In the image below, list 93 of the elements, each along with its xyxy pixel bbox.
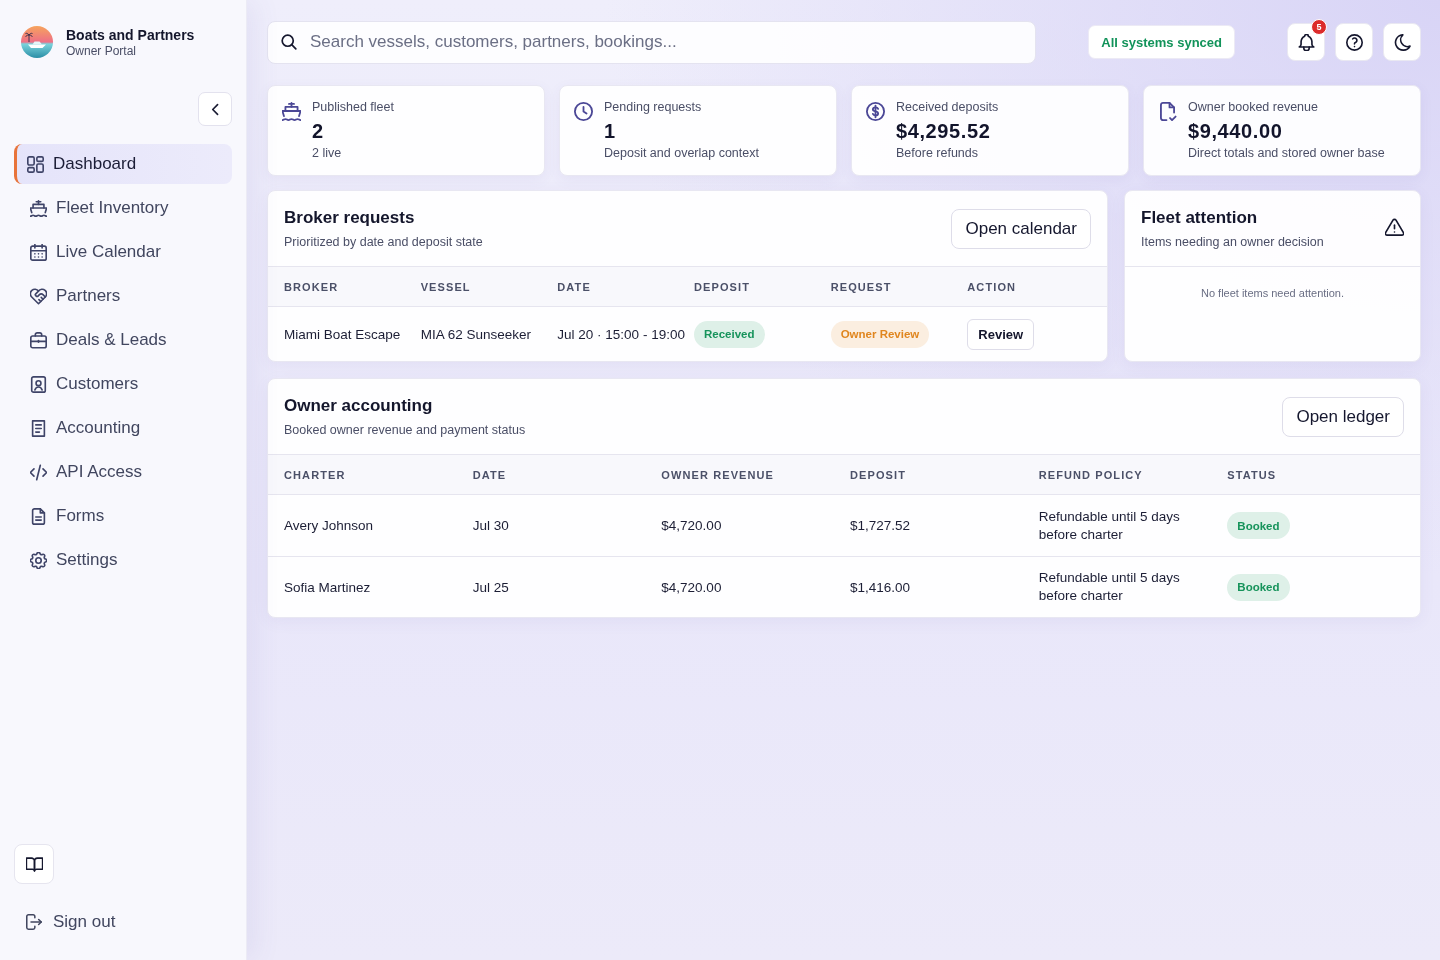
nav-item[interactable]: Accounting xyxy=(14,408,232,448)
warning-icon xyxy=(1385,218,1404,237)
stat-value: $9,440.00 xyxy=(1188,119,1284,144)
column-header: CHARTER xyxy=(284,468,347,481)
column-header: DATE xyxy=(557,280,592,293)
column-header: STATUS xyxy=(1227,468,1278,481)
sign-out-button[interactable]: Sign out xyxy=(14,904,116,940)
panel-subtitle: Booked owner revenue and payment status xyxy=(284,422,526,438)
notification-count: 5 xyxy=(1311,19,1327,35)
nav-item[interactable]: Live Calendar xyxy=(14,232,232,272)
table-cell: Avery Johnson xyxy=(284,518,374,533)
panel-title: Broker requests xyxy=(284,207,416,229)
collapse-sidebar-button[interactable] xyxy=(198,92,232,126)
ship-icon xyxy=(282,102,301,121)
table-cell: Jul 20 · 15:00 - 19:00 xyxy=(557,326,685,342)
table-cell: Jul 30 xyxy=(472,518,509,533)
table-cell: MIA 62 Sunseeker xyxy=(420,326,531,342)
stat-note: Deposit and overlap context xyxy=(604,145,759,161)
nav-item[interactable]: Partners xyxy=(14,276,232,316)
file-icon xyxy=(30,507,47,525)
table-cell: $1,416.00 xyxy=(850,579,911,595)
clock-icon xyxy=(574,102,593,121)
stat-note: Before refunds xyxy=(896,145,979,161)
column-header: VESSEL xyxy=(420,280,472,293)
sunset-boat-logo-icon xyxy=(21,26,53,58)
column-header: ACTION xyxy=(967,280,1018,293)
column-header: DEPOSIT xyxy=(694,280,751,293)
sync-status: All systems synced xyxy=(1088,25,1235,59)
table-cell-text: Refundable until 5 days before charter xyxy=(1038,507,1181,544)
theme-toggle-button[interactable] xyxy=(1383,23,1421,61)
grid-icon xyxy=(27,155,44,173)
nav-item[interactable]: Dashboard xyxy=(14,144,232,184)
calendar-icon xyxy=(30,243,47,261)
column-header: DEPOSIT xyxy=(850,468,907,481)
brand-subtitle: Owner Portal xyxy=(66,43,138,58)
review-button[interactable]: Review xyxy=(967,318,1035,350)
stat-label: Pending requests xyxy=(604,99,703,115)
stat-value: 2 xyxy=(312,119,325,144)
table-cell: Jul 25 xyxy=(472,579,509,595)
document-icon xyxy=(30,419,47,437)
panel-title: Owner accounting xyxy=(284,395,434,417)
nav-item[interactable]: API Access xyxy=(14,452,232,492)
dollar-icon xyxy=(866,102,885,121)
moon-icon xyxy=(1393,33,1411,51)
nav-item[interactable]: Settings xyxy=(14,540,232,580)
stat-value: 1 xyxy=(604,119,617,144)
briefcase-icon xyxy=(30,331,47,349)
nav-item[interactable]: Deals & Leads xyxy=(14,320,232,360)
stat-note: Direct totals and stored owner base xyxy=(1188,145,1385,161)
table-cell: Miami Boat Escape xyxy=(284,326,401,342)
sign-out-icon xyxy=(26,914,42,930)
table-cell: $4,720.00 xyxy=(661,579,722,595)
column-header: OWNER REVENUE xyxy=(661,468,776,481)
booking-status-badge: Booked xyxy=(1227,512,1290,539)
bell-icon xyxy=(1297,33,1315,51)
settings-icon xyxy=(30,551,47,569)
booking-status-badge: Booked xyxy=(1227,573,1290,601)
panel-subtitle: Prioritized by date and deposit state xyxy=(284,234,483,250)
table-cell: $1,727.52 xyxy=(850,518,911,533)
stat-label: Owner booked revenue xyxy=(1188,99,1319,115)
panel-title: Fleet attention xyxy=(1141,207,1259,229)
table-cell: Sofia Martinez xyxy=(284,579,371,595)
ship-icon xyxy=(30,199,47,217)
nav-item[interactable]: Fleet Inventory xyxy=(14,188,232,228)
search-field[interactable]: Search vessels, customers, partners, bookings... xyxy=(267,20,1037,64)
file-check-icon xyxy=(1158,102,1177,121)
empty-state-message: No fleet items need attention. xyxy=(1200,287,1345,299)
help-button[interactable] xyxy=(1335,23,1373,61)
column-header: DATE xyxy=(472,468,508,481)
deposit-status-badge: Received xyxy=(694,320,765,348)
open-calendar-button[interactable]: Open calendar xyxy=(951,208,1091,249)
stat-value: $4,295.52 xyxy=(896,119,992,144)
nav-item[interactable]: Customers xyxy=(14,364,232,404)
column-header: REFUND POLICY xyxy=(1038,468,1144,481)
table-cell-text: Refundable until 5 days before charter xyxy=(1038,569,1181,605)
help-icon xyxy=(1345,33,1363,51)
request-status-badge: Owner Review xyxy=(830,320,930,348)
stat-note: 2 live xyxy=(312,145,343,161)
open-ledger-button[interactable]: Open ledger xyxy=(1282,396,1404,437)
column-header: REQUEST xyxy=(830,280,893,293)
handshake-icon xyxy=(30,287,47,305)
guide-button[interactable] xyxy=(14,844,54,884)
table-cell: $4,720.00 xyxy=(661,518,722,533)
code-icon xyxy=(30,463,47,481)
stat-label: Received deposits xyxy=(896,99,999,115)
panel-subtitle: Items needing an owner decision xyxy=(1141,234,1324,250)
nav-item[interactable]: Forms xyxy=(14,496,232,536)
brand-title: Boats and Partners xyxy=(66,26,195,43)
search-icon xyxy=(281,34,297,50)
column-header: BROKER xyxy=(284,280,340,293)
stat-label: Published fleet xyxy=(312,99,394,115)
contact-card-icon xyxy=(30,375,47,393)
book-icon xyxy=(25,856,43,872)
